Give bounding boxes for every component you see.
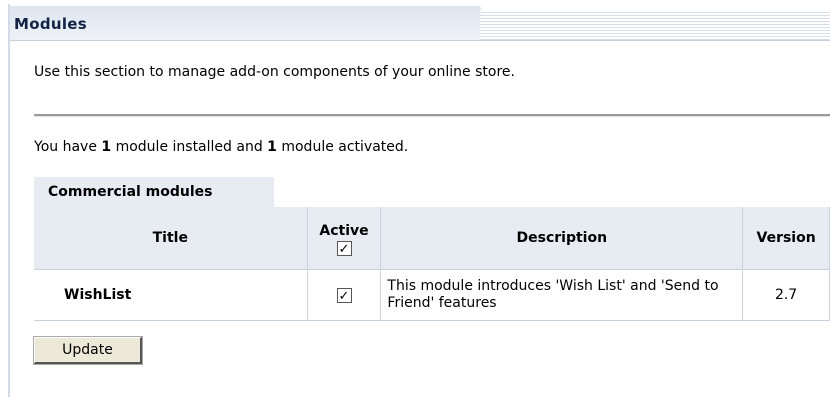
activated-count: 1 <box>267 139 277 155</box>
column-header-active: Active ✓ <box>307 207 382 270</box>
table-row: WishList ✓ This module introduces 'Wish … <box>34 269 830 321</box>
page-title: Modules <box>14 15 87 33</box>
modules-table: Title Active ✓ Description Version WishL… <box>34 207 830 321</box>
column-header-version: Version <box>742 207 830 270</box>
header-decoration-lines <box>480 10 830 40</box>
summary-suffix: module activated. <box>276 139 409 155</box>
column-header-description: Description <box>380 207 744 270</box>
column-header-active-label: Active <box>319 223 369 239</box>
module-active-checkbox[interactable]: ✓ <box>336 288 352 304</box>
installed-count: 1 <box>101 139 112 155</box>
module-description: This module introduces 'Wish List' and '… <box>380 269 744 321</box>
module-version: 2.7 <box>742 269 830 321</box>
table-header-row: Title Active ✓ Description Version <box>34 207 830 270</box>
left-frame-border <box>8 4 10 397</box>
module-active-cell: ✓ <box>307 269 382 321</box>
module-summary: You have 1 module installed and 1 module… <box>34 139 408 155</box>
update-button[interactable]: Update <box>33 336 143 365</box>
divider <box>34 114 830 117</box>
summary-middle: module installed and <box>111 139 268 155</box>
select-all-active-checkbox[interactable]: ✓ <box>336 241 352 257</box>
section-header: Modules <box>10 6 830 41</box>
intro-text: Use this section to manage add-on compon… <box>34 64 515 80</box>
module-title: WishList <box>34 269 308 321</box>
commercial-modules-tab: Commercial modules <box>34 177 274 207</box>
summary-prefix: You have <box>34 139 102 155</box>
column-header-title: Title <box>34 207 308 270</box>
